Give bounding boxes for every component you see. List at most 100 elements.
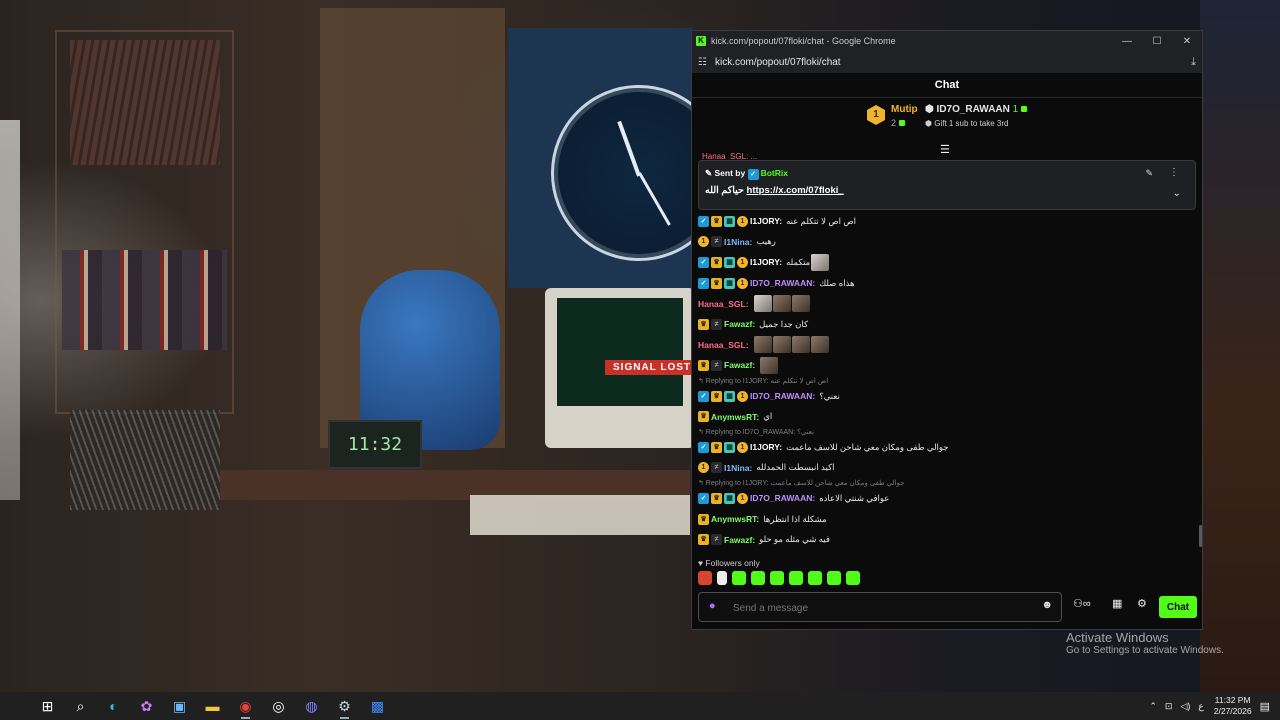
verified-badge-icon[interactable]: ✓ xyxy=(698,256,709,268)
search-icon[interactable]: ⌕ xyxy=(64,692,97,720)
verified-badge-icon[interactable]: ✓ xyxy=(698,277,709,289)
community-icon[interactable]: ⚇∞ xyxy=(1073,597,1091,610)
leader-2[interactable]: ⬢ ID7O_RAWAAN 1 xyxy=(925,104,1028,115)
verified-badge-icon[interactable]: ✓ xyxy=(698,390,709,402)
gear-icon[interactable]: ⚙ xyxy=(1137,597,1147,610)
steam-icon[interactable]: ⚙ xyxy=(328,692,361,720)
chat-username[interactable]: Fawazf: xyxy=(724,535,755,545)
copilot-icon[interactable]: ✿ xyxy=(130,692,163,720)
discord-icon[interactable]: ◍ xyxy=(295,692,328,720)
volume-icon[interactable]: ◁) xyxy=(1180,701,1190,712)
og-badge-icon[interactable]: ≠ xyxy=(711,534,722,546)
close-button[interactable]: ✕ xyxy=(1172,36,1202,47)
chat-username[interactable]: I1JORY: xyxy=(750,442,782,452)
verified-badge-icon[interactable]: ✓ xyxy=(698,441,709,453)
send-chat-button[interactable]: Chat xyxy=(1159,596,1197,618)
crown-badge-icon[interactable]: ♛ xyxy=(698,318,709,330)
emote-image[interactable] xyxy=(772,295,791,313)
chat-username[interactable]: Hanaa_SGL: xyxy=(698,299,749,309)
rank-coin-icon[interactable]: 1 xyxy=(737,277,748,289)
title-bar[interactable]: K kick.com/popout/07floki/chat - Google … xyxy=(692,31,1202,51)
emote-icon[interactable] xyxy=(846,571,860,585)
gifter-badge-icon[interactable]: ▦ xyxy=(724,277,735,289)
pinned-link[interactable]: https://x.com/07floki_ xyxy=(747,185,844,196)
crown-badge-icon[interactable]: ♛ xyxy=(711,256,722,268)
reply-context[interactable]: ↰ Replying to I1JORY: جوالي طفى ومكان مع… xyxy=(698,478,1188,488)
chat-username[interactable]: Fawazf: xyxy=(724,319,755,329)
site-info-icon[interactable]: ☷ xyxy=(698,57,707,68)
emote-image[interactable] xyxy=(753,295,772,313)
chevron-up-icon[interactable]: ⌃ xyxy=(1149,701,1157,712)
crown-badge-icon[interactable]: ♛ xyxy=(698,534,709,546)
crown-badge-icon[interactable]: ♛ xyxy=(698,359,709,371)
chat-username[interactable]: I1JORY: xyxy=(750,216,782,226)
scrollbar[interactable] xyxy=(1199,525,1202,547)
chat-username[interactable]: I1Nina: xyxy=(724,237,752,247)
reply-context[interactable]: ↰ Replying to I1JORY: اص اص لا تتكلم عنه xyxy=(698,376,1188,386)
filter-icon[interactable]: ☰ xyxy=(940,143,950,156)
og-badge-icon[interactable]: ≠ xyxy=(711,359,722,371)
og-badge-icon[interactable]: ≠ xyxy=(711,318,722,330)
emote-icon[interactable] xyxy=(789,571,803,585)
message-input[interactable] xyxy=(731,598,1035,618)
og-badge-icon[interactable]: ≠ xyxy=(711,236,722,248)
rank-coin-icon[interactable]: 1 xyxy=(737,492,748,504)
verified-badge-icon[interactable]: ✓ xyxy=(698,492,709,504)
gifter-badge-icon[interactable]: ▦ xyxy=(724,256,735,268)
chevron-down-icon[interactable]: ⌄ xyxy=(1173,188,1181,199)
chat-username[interactable]: ID7O_RAWAAN: xyxy=(750,391,815,401)
emote-icon[interactable] xyxy=(751,571,765,585)
download-icon[interactable]: ⤓ xyxy=(1191,56,1196,69)
crown-badge-icon[interactable]: ♛ xyxy=(711,390,722,402)
emote-image[interactable] xyxy=(810,336,829,354)
rank-coin-icon[interactable]: 1 xyxy=(698,236,709,248)
file-explorer-icon[interactable]: ▬ xyxy=(196,692,229,720)
notification-icon[interactable]: ▤ xyxy=(1260,700,1270,713)
store-icon[interactable]: ▣ xyxy=(163,692,196,720)
leader-1-name[interactable]: Mutip xyxy=(891,104,918,115)
gifter-badge-icon[interactable]: ▦ xyxy=(724,390,735,402)
keyboard-language[interactable]: ع xyxy=(1198,701,1203,712)
gifter-badge-icon[interactable]: ▦ xyxy=(724,215,735,227)
crown-badge-icon[interactable]: ♛ xyxy=(711,277,722,289)
emote-icon[interactable] xyxy=(732,571,746,585)
store-icon[interactable]: ▦ xyxy=(1112,597,1122,610)
verified-badge-icon[interactable]: ✓ xyxy=(698,215,709,227)
crown-badge-icon[interactable]: ♛ xyxy=(698,513,709,525)
emote-icon[interactable] xyxy=(770,571,784,585)
emote-image[interactable] xyxy=(811,253,830,271)
app-icon[interactable]: ◎ xyxy=(262,692,295,720)
chat-username[interactable]: Hanaa_SGL: xyxy=(698,340,749,350)
rank-coin-icon[interactable]: 1 xyxy=(737,215,748,227)
pin-icon[interactable]: ✎ xyxy=(1145,168,1153,179)
rank-coin-icon[interactable]: 1 xyxy=(737,256,748,268)
app-blue-icon[interactable]: ▩ xyxy=(361,692,394,720)
chat-username[interactable]: Fawazf: xyxy=(724,360,755,370)
crown-badge-icon[interactable]: ♛ xyxy=(711,215,722,227)
emote-image[interactable] xyxy=(760,356,779,374)
url-text[interactable]: kick.com/popout/07floki/chat xyxy=(715,57,841,68)
edge-icon[interactable]: ◐ xyxy=(97,692,130,720)
gifter-badge-icon[interactable]: ▦ xyxy=(724,441,735,453)
emoji-icon[interactable]: ☻ xyxy=(1041,599,1053,611)
minimize-button[interactable]: — xyxy=(1112,36,1142,47)
crown-badge-icon[interactable]: ♛ xyxy=(698,411,709,423)
gifter-badge-icon[interactable]: ▦ xyxy=(724,492,735,504)
chat-username[interactable]: ID7O_RAWAAN: xyxy=(750,493,815,503)
more-options-icon[interactable]: ⋮ xyxy=(1169,167,1179,178)
taskbar-clock[interactable]: 11:32 PM 2/27/2026 xyxy=(1214,695,1252,717)
emote-image[interactable] xyxy=(791,295,810,313)
emote-image[interactable] xyxy=(772,336,791,354)
emote-image[interactable] xyxy=(753,336,772,354)
og-badge-icon[interactable]: ≠ xyxy=(711,462,722,474)
emote-image[interactable] xyxy=(791,336,810,354)
chat-username[interactable]: I1JORY: xyxy=(750,257,782,267)
maximize-button[interactable]: ☐ xyxy=(1142,36,1172,47)
emote-icon[interactable] xyxy=(717,571,727,585)
chat-username[interactable]: I1Nina: xyxy=(724,463,752,473)
microphone-icon[interactable]: ● xyxy=(709,600,716,612)
windows-start-icon[interactable]: ⊞ xyxy=(31,692,64,720)
network-icon[interactable]: ⊡ xyxy=(1165,701,1173,712)
emote-icon[interactable] xyxy=(827,571,841,585)
rank-coin-icon[interactable]: 1 xyxy=(737,441,748,453)
